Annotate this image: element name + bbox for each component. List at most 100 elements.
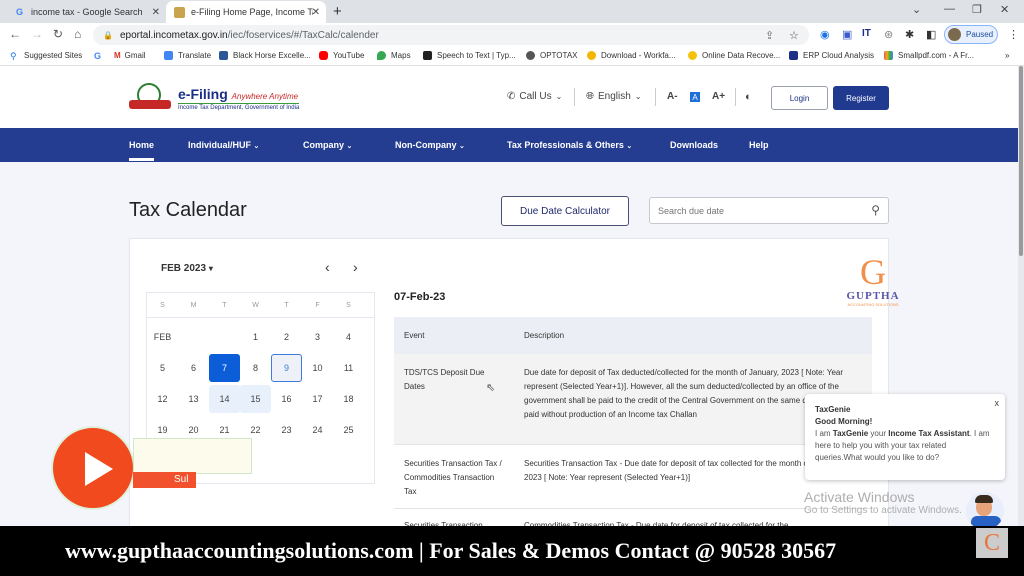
nav-downloads[interactable]: Downloads	[670, 140, 718, 150]
subscribe-label[interactable]: Sul	[133, 472, 196, 488]
nav-non-company[interactable]: Non-Company ⌄	[395, 140, 465, 150]
bookmark-data-recovery[interactable]: Online Data Recove...	[688, 51, 780, 60]
extension-circle-icon[interactable]: ⊛	[884, 28, 893, 41]
url-bar[interactable]: 🔒 eportal.incometax.gov.in /iec/foservic…	[93, 25, 809, 45]
phone-icon: ✆	[507, 91, 516, 102]
calendar-day[interactable]: 12	[147, 385, 178, 413]
search-due-date-field[interactable]: ⚲	[649, 197, 889, 224]
bookmark-suggested-sites[interactable]: ⚲ Suggested Sites	[10, 51, 82, 61]
bookmark-erp-cloud[interactable]: ERP Cloud Analysis	[789, 51, 874, 60]
taxgenie-avatar-button[interactable]	[966, 492, 1004, 530]
scrollbar-thumb[interactable]	[1019, 66, 1023, 256]
previous-month-button[interactable]: ‹	[325, 259, 330, 275]
month-year-selector[interactable]: FEB 2023 ▾	[161, 263, 213, 274]
login-button[interactable]: Login	[771, 86, 828, 110]
tab-google-search[interactable]: G income tax - Google Search ✕	[6, 1, 166, 23]
bookmark-black-horse[interactable]: Black Horse Excelle...	[219, 51, 311, 60]
nav-company[interactable]: Company ⌄	[303, 140, 352, 150]
bookmark-gmail[interactable]: M Gmail	[114, 51, 146, 60]
font-increase-button[interactable]: A+	[712, 91, 725, 102]
tab-title: e-Filing Home Page, Income Tax	[191, 7, 313, 17]
calendar-day[interactable]: 13	[178, 385, 209, 413]
font-normal-button[interactable]: A	[690, 92, 700, 102]
profile-status: Paused	[966, 30, 994, 39]
weekday-label: S	[346, 301, 351, 309]
search-input[interactable]	[658, 205, 858, 216]
tab-search-icon[interactable]: ⌄	[912, 3, 921, 16]
calendar-day[interactable]: 24	[302, 416, 333, 444]
nav-help[interactable]: Help	[749, 140, 769, 150]
calendar-day[interactable]: 11	[333, 354, 364, 382]
calendar-day[interactable]: 1	[240, 323, 271, 351]
calendar-day[interactable]: 10	[302, 354, 333, 382]
tab-efiling[interactable]: e-Filing Home Page, Income Tax ✕	[166, 1, 326, 23]
calendar-day[interactable]: 4	[333, 323, 364, 351]
calendar-week-row: 5 6 7 8 9 10 11	[147, 352, 374, 383]
extension-eye-icon[interactable]: ◉	[820, 28, 830, 41]
share-icon[interactable]: ⇪	[765, 29, 774, 42]
selected-date-heading: 07-Feb-23	[394, 291, 446, 303]
page-title: Tax Calendar	[129, 199, 247, 221]
minimize-icon[interactable]: —	[944, 3, 955, 15]
bookmark-youtube[interactable]: YouTube	[319, 51, 364, 60]
calendar-day[interactable]: 2	[271, 323, 302, 351]
bookmark-translate[interactable]: Translate	[164, 51, 211, 60]
bookmark-speech-to-text[interactable]: Speech to Text | Typ...	[423, 51, 516, 60]
calendar-day[interactable]: 8	[240, 354, 271, 382]
nav-tax-professionals[interactable]: Tax Professionals & Others ⌄	[507, 140, 632, 150]
bookmarks-overflow[interactable]: »	[1005, 51, 1009, 60]
register-button[interactable]: Register	[833, 86, 889, 110]
close-chat-icon[interactable]: x	[995, 397, 1000, 409]
bookmark-google[interactable]: G	[94, 51, 101, 61]
bookmark-workfa[interactable]: Download - Workfa...	[587, 51, 676, 60]
calendar-day[interactable]: 6	[178, 354, 209, 382]
translate-icon	[164, 51, 173, 60]
page-scrollbar[interactable]	[1018, 66, 1024, 526]
chat-greeting: Good Morning!	[815, 417, 873, 426]
due-date-calculator-button[interactable]: Due Date Calculator	[501, 196, 629, 226]
side-panel-icon[interactable]: ◧	[926, 28, 936, 41]
efiling-logo[interactable]: e-Filing Anywhere Anytime Income Tax Dep…	[128, 83, 300, 113]
forward-icon[interactable]: →	[31, 27, 43, 41]
extension-text-icon[interactable]: IT	[862, 28, 871, 39]
logo-tagline: Anywhere Anytime	[231, 91, 299, 101]
new-tab-button[interactable]: +	[333, 3, 342, 20]
next-month-button[interactable]: ›	[353, 259, 358, 275]
call-us-menu[interactable]: ✆ Call Us ⌄	[507, 91, 562, 102]
calendar-day[interactable]: 18	[333, 385, 364, 413]
restore-icon[interactable]: ❐	[972, 3, 982, 16]
font-decrease-button[interactable]: A-	[667, 91, 678, 102]
nav-individual-huf[interactable]: Individual/HUF ⌄	[188, 140, 259, 150]
nav-home[interactable]: Home	[129, 140, 155, 161]
bookmark-optotax[interactable]: OPTOTAX	[526, 51, 578, 60]
calendar-day[interactable]: 25	[333, 416, 364, 444]
bookmark-maps[interactable]: Maps	[377, 51, 411, 60]
browser-menu-icon[interactable]: ⋮	[1008, 28, 1019, 41]
calendar-day[interactable]: 3	[302, 323, 333, 351]
search-icon[interactable]: ⚲	[871, 203, 880, 217]
calendar-day[interactable]: 15	[240, 384, 271, 413]
close-tab-icon[interactable]: ✕	[312, 7, 320, 18]
bookmark-smallpdf[interactable]: Smallpdf.com - A Fr...	[884, 51, 974, 60]
language-selector[interactable]: 🌐︎ English ⌄	[586, 91, 642, 102]
bookmark-star-icon[interactable]: ☆	[789, 29, 799, 42]
profile-button[interactable]: Paused	[944, 25, 998, 44]
calendar-day[interactable]: 16	[271, 385, 302, 413]
calendar-day[interactable]: 14	[209, 384, 240, 413]
gmail-icon: M	[114, 51, 121, 60]
contrast-icon[interactable]: ◐	[745, 91, 752, 103]
window-close-icon[interactable]: ✕	[1000, 3, 1009, 16]
extensions-puzzle-icon[interactable]: ✱	[905, 28, 914, 41]
close-tab-icon[interactable]: ✕	[152, 7, 160, 18]
chevron-down-icon: ⌄	[626, 143, 633, 150]
youtube-subscribe-button[interactable]	[51, 426, 135, 510]
calendar-day[interactable]: 7	[209, 353, 240, 382]
back-icon[interactable]: ←	[9, 27, 21, 41]
calendar-day[interactable]: 23	[271, 416, 302, 444]
calendar-day[interactable]: 17	[302, 385, 333, 413]
calendar-day[interactable]: 5	[147, 354, 178, 382]
calendar-day[interactable]: 9	[271, 353, 302, 382]
home-icon[interactable]: ⌂	[74, 27, 81, 41]
extension-square-icon[interactable]: ▣	[842, 28, 852, 41]
reload-icon[interactable]: ↻	[53, 27, 63, 41]
